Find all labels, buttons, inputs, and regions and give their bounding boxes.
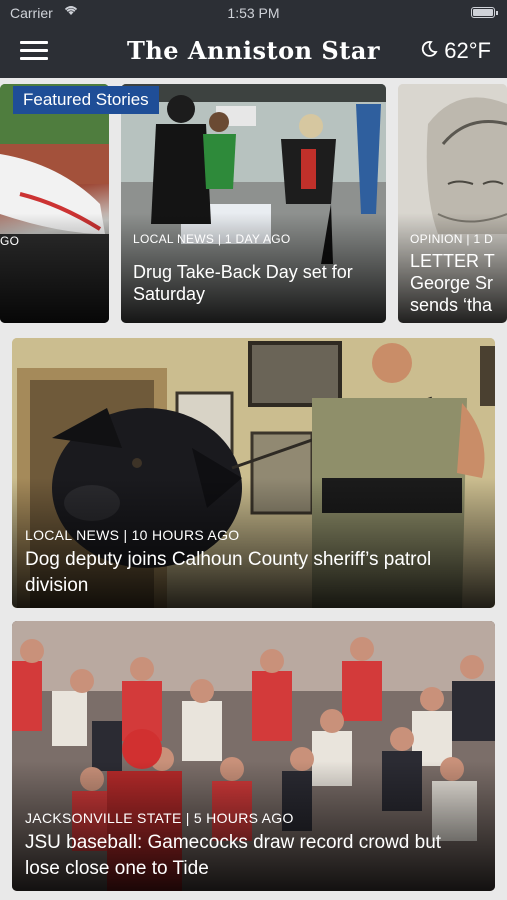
- card-headline: Drug Take-Back Day set for Saturday: [133, 262, 353, 304]
- card-category: OPINION | 1 D: [410, 232, 494, 246]
- card-headline-line: LETTER T: [410, 251, 495, 271]
- battery-icon: [471, 7, 498, 18]
- app-header: The Anniston Star 62°F: [0, 26, 507, 78]
- weather-widget[interactable]: 62°F: [420, 38, 491, 64]
- card-headline-line: George Sr: [410, 273, 494, 293]
- featured-card[interactable]: GO: [0, 84, 109, 323]
- featured-card[interactable]: LOCAL NEWS | 1 DAY AGO Drug Take-Back Da…: [121, 84, 386, 323]
- status-time: 1:53 PM: [227, 5, 280, 21]
- story-headline: JSU baseball: Gamecocks draw record crow…: [25, 832, 442, 879]
- featured-carousel[interactable]: GO LOCAL NEWS | 1 DAY AGO Drug Take-Back…: [0, 84, 507, 324]
- card-headline-line: sends ‘tha: [410, 295, 493, 315]
- card-category: LOCAL NEWS | 1 DAY AGO: [133, 232, 291, 246]
- story-category: JACKSONVILLE STATE | 5 HOURS AGO: [25, 810, 294, 826]
- story-category: LOCAL NEWS | 10 HOURS AGO: [25, 527, 240, 543]
- weather-temperature: 62°F: [444, 38, 491, 63]
- status-bar: Carrier 1:53 PM: [0, 0, 507, 26]
- story-card[interactable]: JACKSONVILLE STATE | 5 HOURS AGO JSU bas…: [12, 621, 495, 891]
- featured-card[interactable]: OPINION | 1 D LETTER T George Sr sends ‘…: [398, 84, 507, 323]
- story-headline: Dog deputy joins Calhoun County sheriff’…: [25, 549, 432, 596]
- card-headline: LETTER T George Sr sends ‘tha: [410, 250, 507, 316]
- story-card[interactable]: LOCAL NEWS | 10 HOURS AGO Dog deputy joi…: [12, 338, 495, 608]
- moon-icon: [420, 40, 438, 64]
- featured-stories-badge: Featured Stories: [13, 86, 159, 114]
- card-category: GO: [0, 234, 20, 248]
